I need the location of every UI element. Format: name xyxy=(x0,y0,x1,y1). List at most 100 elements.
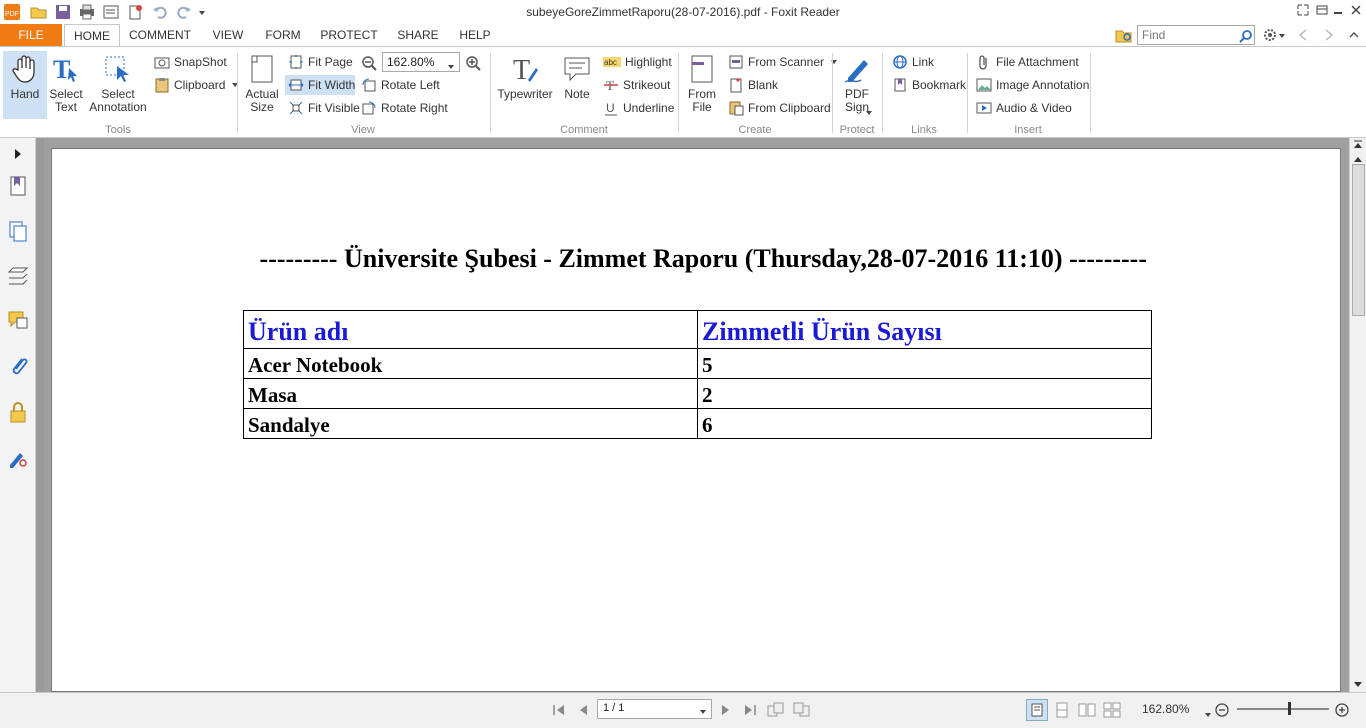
snapshot-label: SnapShot xyxy=(174,55,227,69)
fullscreen-icon[interactable] xyxy=(1295,2,1311,18)
actual-size-button[interactable]: Actual Size xyxy=(244,53,280,114)
search-icon[interactable] xyxy=(1237,27,1255,45)
zoom-out-status-icon[interactable] xyxy=(1213,701,1231,719)
tab-protect[interactable]: PROTECT xyxy=(316,24,382,46)
continuous-view-icon[interactable] xyxy=(1053,701,1071,719)
previous-result-icon[interactable] xyxy=(1294,26,1312,44)
bookmarks-panel-icon[interactable] xyxy=(6,174,30,198)
rotate-left-button[interactable]: Rotate Left xyxy=(361,75,440,95)
highlight-button[interactable]: abc Highlight xyxy=(603,52,672,72)
blank-button[interactable]: Blank xyxy=(728,75,778,95)
ribbon-collapse-icon[interactable] xyxy=(1345,26,1363,44)
expand-panel-icon[interactable] xyxy=(6,142,30,166)
tab-comment[interactable]: COMMENT xyxy=(126,24,194,46)
zoom-slider-thumb[interactable] xyxy=(1288,702,1291,715)
fit-width-button[interactable]: Fit Width xyxy=(285,75,355,95)
report-table: Ürün adı Zimmetli Ürün Sayısı Acer Noteb… xyxy=(243,310,1152,439)
audio-video-label: Audio & Video xyxy=(996,101,1072,115)
fit-page-button[interactable]: Fit Page xyxy=(288,52,353,72)
single-page-view-icon[interactable] xyxy=(1026,699,1048,721)
tab-file[interactable]: FILE xyxy=(0,24,62,46)
scrollbar-thumb[interactable] xyxy=(1352,164,1365,316)
fit-visible-icon xyxy=(288,100,304,116)
select-annotation-button[interactable]: Select Annotation xyxy=(88,53,148,114)
status-bar: 1 / 1 162.80% xyxy=(0,692,1366,728)
typewriter-button[interactable]: T Typewriter xyxy=(497,53,553,101)
minimize-icon[interactable] xyxy=(1330,2,1346,18)
security-lock-icon[interactable] xyxy=(6,400,30,424)
scroll-down-icon[interactable] xyxy=(1353,678,1363,692)
tab-form[interactable]: FORM xyxy=(260,24,306,46)
previous-page-icon[interactable] xyxy=(574,701,592,719)
ribbon: Hand T Select Text Select Annotation Sna… xyxy=(0,46,1366,138)
pages-panel-icon[interactable] xyxy=(6,219,30,243)
zoom-dropdown-icon xyxy=(447,59,455,73)
status-zoom-value[interactable]: 162.80% xyxy=(1142,702,1189,716)
table-header-row: Ürün adı Zimmetli Ürün Sayısı xyxy=(243,310,1152,349)
select-annotation-label: Select Annotation xyxy=(89,87,147,114)
table-cell: Acer Notebook xyxy=(243,348,698,379)
layers-panel-icon[interactable] xyxy=(6,264,30,288)
pdf-sign-button[interactable]: PDF Sign xyxy=(838,53,876,115)
clipboard-button[interactable]: Clipboard xyxy=(154,75,239,95)
underline-button[interactable]: U Underline xyxy=(603,98,674,118)
attachments-panel-icon[interactable] xyxy=(6,354,30,378)
zoom-in-status-icon[interactable] xyxy=(1333,701,1351,719)
status-zoom-dropdown-icon[interactable] xyxy=(1204,707,1212,721)
settings-icon[interactable] xyxy=(1261,26,1287,44)
blank-label: Blank xyxy=(748,78,779,92)
separator xyxy=(832,53,833,133)
bookmark-label: Bookmark xyxy=(912,78,967,92)
hand-button[interactable]: Hand xyxy=(3,51,47,119)
tab-share[interactable]: SHARE xyxy=(392,24,444,46)
first-page-icon[interactable] xyxy=(550,701,568,719)
note-button[interactable]: Note xyxy=(558,53,596,101)
from-file-button[interactable]: From File xyxy=(684,53,720,114)
audio-video-button[interactable]: Audio & Video xyxy=(976,98,1072,118)
table-cell: Sandalye xyxy=(243,408,698,439)
from-scanner-button[interactable]: From Scanner xyxy=(728,52,838,72)
link-button[interactable]: Link xyxy=(892,52,934,72)
rotate-right-label: Rotate Right xyxy=(381,101,448,115)
zoom-out-icon[interactable] xyxy=(360,54,378,72)
report-title: --------- Üniversite Şubesi - Zimmet Rap… xyxy=(259,244,1147,273)
from-clipboard-icon xyxy=(728,100,744,116)
zoom-slider-track[interactable] xyxy=(1237,708,1329,710)
last-page-icon[interactable] xyxy=(741,701,759,719)
snapshot-button[interactable]: SnapShot xyxy=(154,52,227,72)
note-label: Note xyxy=(564,87,590,101)
rotate-right-button[interactable]: Rotate Right xyxy=(361,98,448,118)
comments-panel-icon[interactable] xyxy=(6,308,30,332)
fit-width-icon xyxy=(288,77,304,93)
next-view-icon[interactable] xyxy=(793,701,811,719)
zoom-in-icon[interactable] xyxy=(464,54,482,72)
file-attachment-button[interactable]: File Attachment xyxy=(976,52,1079,72)
close-icon[interactable] xyxy=(1348,2,1364,18)
facing-view-icon[interactable] xyxy=(1078,701,1096,719)
next-page-icon[interactable] xyxy=(717,701,735,719)
select-text-button[interactable]: T Select Text xyxy=(48,53,84,114)
previous-view-icon[interactable] xyxy=(767,701,785,719)
fit-visible-button[interactable]: Fit Visible xyxy=(288,98,360,118)
next-result-icon[interactable] xyxy=(1320,26,1338,44)
signatures-panel-icon[interactable] xyxy=(6,446,30,470)
from-clipboard-button[interactable]: From Clipboard xyxy=(728,98,831,118)
zoom-select[interactable]: 162.80% xyxy=(382,52,460,72)
page-number-input[interactable]: 1 / 1 xyxy=(597,699,712,719)
tab-help[interactable]: HELP xyxy=(454,24,496,46)
tab-home[interactable]: HOME xyxy=(64,24,120,46)
table-row: Sandalye 6 xyxy=(243,408,1152,439)
vertical-scrollbar[interactable] xyxy=(1349,138,1366,692)
strikeout-button[interactable]: T Strikeout xyxy=(603,75,670,95)
continuous-facing-view-icon[interactable] xyxy=(1103,701,1121,719)
typewriter-label: Typewriter xyxy=(497,87,553,101)
find-folder-icon[interactable] xyxy=(1115,26,1133,44)
svg-text:abc: abc xyxy=(604,58,617,67)
image-annotation-button[interactable]: Image Annotation xyxy=(976,75,1089,95)
table-cell: 6 xyxy=(697,408,1152,439)
ribbon-toggle-icon[interactable] xyxy=(1314,2,1330,18)
bookmark-button[interactable]: Bookmark xyxy=(892,75,966,95)
tab-view[interactable]: VIEW xyxy=(204,24,252,46)
table-cell: 2 xyxy=(697,378,1152,409)
panel-splitter[interactable] xyxy=(36,138,44,692)
